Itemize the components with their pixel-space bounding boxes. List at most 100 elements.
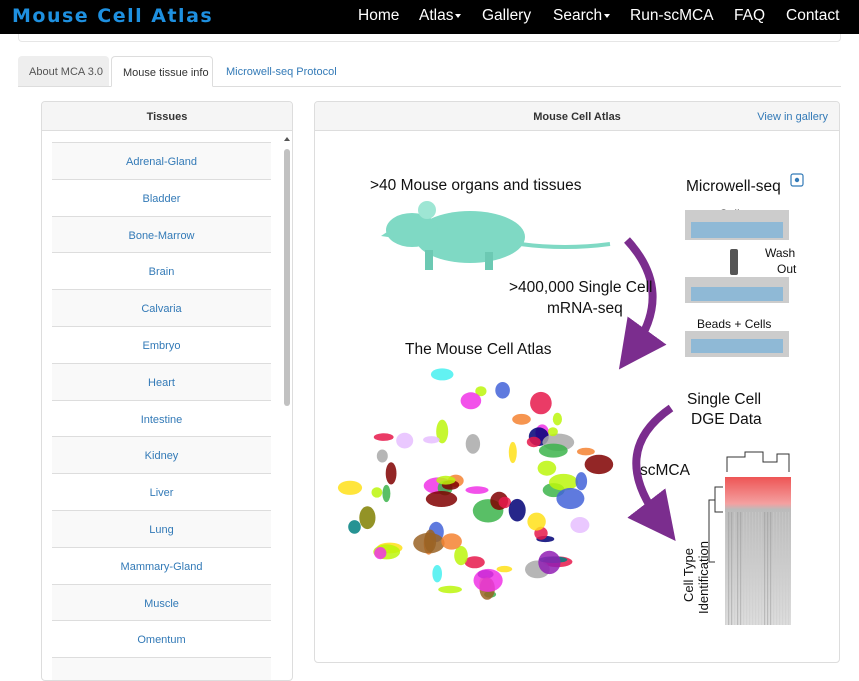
nav-run-scmca[interactable]: Run-scMCA — [630, 7, 714, 25]
header-bottom-border — [18, 34, 841, 42]
nav-gallery[interactable]: Gallery — [482, 7, 531, 25]
heatmap-column — [782, 512, 784, 625]
chevron-down-icon — [604, 13, 611, 18]
heatmap-column — [761, 512, 763, 625]
cell-cluster — [537, 460, 557, 476]
microwell-steps: Cells Wash Out Beads + Cells — [685, 207, 797, 357]
tissue-list: Adrenal-Gland Bladder Bone-Marrow Brain … — [52, 142, 271, 680]
heatmap-column — [734, 512, 736, 625]
cell-cluster — [473, 568, 503, 592]
cell-cluster — [348, 520, 361, 534]
dge-single-cell-label: Single Cell — [687, 391, 761, 408]
atlas-panel-title: Mouse Cell Atlas — [533, 111, 621, 123]
identification-label: Identification — [696, 541, 711, 614]
cell-cluster — [584, 454, 614, 475]
tab-microwell-protocol[interactable]: Microwell-seq Protocol — [215, 56, 340, 87]
cell-cluster — [577, 447, 595, 456]
nav-faq[interactable]: FAQ — [734, 7, 765, 25]
tissue-item-calvaria[interactable]: Calvaria — [52, 289, 271, 326]
tissue-item-intestine[interactable]: Intestine — [52, 399, 271, 437]
nav-atlas[interactable]: Atlas — [419, 7, 462, 25]
dge-data-label: DGE Data — [691, 411, 762, 428]
heatmap-column — [764, 512, 766, 625]
tissue-item-heart[interactable]: Heart — [52, 362, 271, 400]
cell-cluster — [432, 565, 442, 583]
cell-cluster — [441, 533, 462, 550]
cell-cluster — [374, 547, 387, 560]
tissue-list-scrollbar[interactable] — [284, 149, 290, 406]
cell-cluster — [496, 565, 513, 573]
nav-contact[interactable]: Contact — [786, 7, 839, 25]
heatmap-column — [737, 512, 739, 625]
mouse-illustration — [381, 201, 611, 270]
cell-cluster — [454, 546, 468, 566]
cell-cluster — [570, 517, 590, 533]
cell-cluster — [460, 392, 482, 410]
cell-cluster — [552, 412, 562, 426]
cell-cluster — [425, 491, 458, 507]
cell-type-label: Cell Type — [681, 548, 696, 602]
cell-cluster — [530, 391, 552, 415]
tissue-item-adrenal-gland[interactable]: Adrenal-Gland — [52, 142, 271, 179]
nav-home[interactable]: Home — [358, 7, 399, 25]
view-in-gallery-link[interactable]: View in gallery — [757, 111, 828, 123]
heatmap-column — [725, 512, 727, 625]
cell-cluster — [359, 506, 376, 530]
top-navbar: Mouse Cell Atlas Home Atlas Gallery Sear… — [0, 0, 859, 34]
mouse-cell-atlas-figure: >40 Mouse organs and tissues Microwell-s… — [337, 173, 804, 625]
cell-cluster — [385, 462, 397, 485]
heatmap-column — [773, 512, 775, 625]
single-cell-label: >400,000 Single Cell — [509, 279, 652, 296]
heatmap-column — [779, 512, 781, 625]
mrna-seq-label: mRNA-seq — [547, 300, 623, 317]
tissue-item-lung[interactable]: Lung — [52, 509, 271, 547]
scmca-label: scMCA — [640, 462, 691, 479]
heatmap-column — [767, 512, 769, 625]
cell-cluster — [465, 434, 481, 454]
tissue-item-bladder[interactable]: Bladder — [52, 178, 271, 216]
scroll-up-arrow-icon[interactable] — [284, 137, 290, 141]
atlas-panel: Mouse Cell Atlas View in gallery >40 Mou… — [314, 101, 840, 663]
heatmap-column — [743, 512, 745, 625]
heatmap-column — [788, 512, 790, 625]
heatmap-column — [785, 512, 787, 625]
cell-cluster — [376, 449, 388, 463]
tissue-item-omentum[interactable]: Omentum — [52, 620, 271, 658]
tissue-item-liver[interactable]: Liver — [52, 473, 271, 510]
tissue-item-kidney[interactable]: Kidney — [52, 436, 271, 474]
heatmap-column — [740, 512, 742, 625]
heatmap-column — [749, 512, 751, 625]
cell-cluster — [512, 413, 531, 425]
cell-cluster — [498, 496, 511, 509]
cell-cluster — [508, 498, 526, 522]
cell-cluster — [438, 585, 462, 594]
cell-cluster — [527, 512, 546, 531]
atlas-panel-heading: Mouse Cell Atlas View in gallery — [315, 102, 839, 131]
tab-about-mca[interactable]: About MCA 3.0 — [18, 56, 109, 87]
expand-icon[interactable] — [790, 173, 804, 187]
tissue-item-bone-marrow[interactable]: Bone-Marrow — [52, 215, 271, 253]
tissue-item-mammary-gland[interactable]: Mammary-Gland — [52, 546, 271, 584]
cell-cluster — [371, 487, 383, 498]
heatmap-column — [758, 512, 760, 625]
cell-cluster — [436, 475, 456, 485]
cell-cluster — [547, 427, 558, 437]
tab-mouse-tissue-info[interactable]: Mouse tissue info — [111, 56, 213, 87]
cell-cluster — [382, 484, 391, 503]
nav-search[interactable]: Search — [553, 7, 611, 25]
heatmap-column — [731, 512, 733, 625]
heatmap — [708, 451, 791, 625]
tissue-item-next[interactable] — [52, 657, 271, 680]
heatmap-column — [755, 512, 757, 625]
brand-logo[interactable]: Mouse Cell Atlas — [12, 5, 213, 27]
tissue-item-brain[interactable]: Brain — [52, 252, 271, 290]
cell-cluster — [465, 486, 489, 494]
cell-cluster — [508, 441, 517, 464]
cell-cluster — [549, 473, 578, 491]
chevron-down-icon — [455, 13, 462, 18]
cell-cluster — [464, 556, 485, 569]
tissue-item-embryo[interactable]: Embryo — [52, 325, 271, 363]
microwell-title: Microwell-seq — [686, 178, 781, 195]
tissue-item-muscle[interactable]: Muscle — [52, 583, 271, 621]
step-out-label: Out — [777, 262, 797, 276]
